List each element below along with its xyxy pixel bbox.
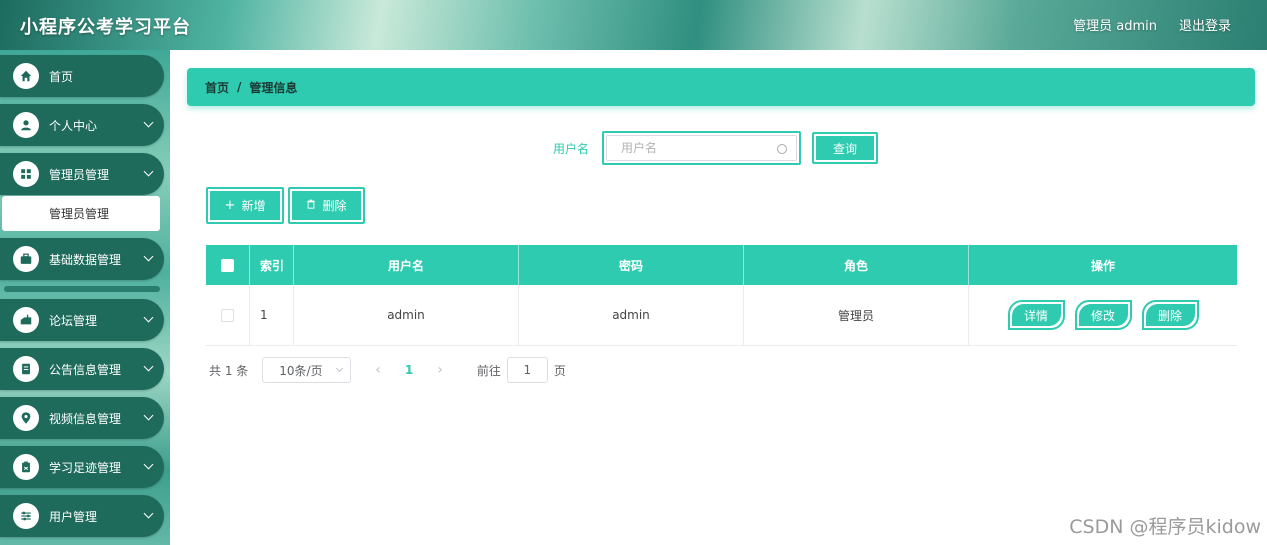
column-header-role: 角色 bbox=[744, 245, 969, 285]
select-all-checkbox[interactable] bbox=[221, 258, 234, 272]
sidebar: 首页 个人中心 管理员管理 管理员管理 基础数据管理 论坛管理 公告信息管理 视… bbox=[0, 50, 170, 545]
logout-link[interactable]: 退出登录 bbox=[1179, 15, 1231, 34]
submenu-collapsed-bar bbox=[4, 286, 160, 292]
cell-index: 1 bbox=[250, 285, 294, 345]
row-delete-button-label: 删除 bbox=[1145, 304, 1195, 326]
next-page-button[interactable]: › bbox=[437, 362, 443, 378]
chevron-down-icon bbox=[336, 364, 344, 373]
location-icon bbox=[13, 405, 39, 431]
top-header: 小程序公考学习平台 管理员 admin 退出登录 bbox=[0, 0, 1267, 50]
sidebar-item-admin-management[interactable]: 管理员管理 bbox=[0, 153, 164, 195]
breadcrumb: 首页 / 管理信息 bbox=[187, 68, 1255, 106]
pagination: 共 1 条 10条/页 ‹ 1 › 前往 页 bbox=[209, 357, 566, 383]
column-header-actions: 操作 bbox=[1090, 258, 1115, 273]
search-label: 用户名 bbox=[553, 142, 590, 156]
chevron-down-icon bbox=[143, 508, 154, 519]
prev-page-button[interactable]: ‹ bbox=[375, 362, 381, 378]
sidebar-item-basic-data[interactable]: 基础数据管理 bbox=[0, 238, 164, 280]
cell-actions: 详情 修改 删除 bbox=[969, 285, 1237, 345]
sidebar-item-label: 用户管理 bbox=[49, 509, 98, 524]
sidebar-item-label: 公告信息管理 bbox=[49, 362, 122, 377]
sidebar-item-label: 基础数据管理 bbox=[49, 252, 122, 267]
plus-icon: + bbox=[224, 198, 236, 213]
current-user-label[interactable]: 管理员 admin bbox=[1073, 15, 1157, 34]
detail-button-label: 详情 bbox=[1011, 304, 1061, 326]
document-icon bbox=[13, 356, 39, 382]
chevron-down-icon bbox=[143, 361, 154, 372]
sidebar-item-announcements[interactable]: 公告信息管理 bbox=[0, 348, 164, 390]
user-icon bbox=[13, 112, 39, 138]
sidebar-item-label: 首页 bbox=[49, 69, 74, 84]
chevron-down-icon bbox=[143, 166, 154, 177]
table-row: 1 admin admin 管理员 详情 修改 删除 bbox=[206, 285, 1237, 346]
edit-button[interactable]: 修改 bbox=[1074, 300, 1132, 330]
sidebar-item-label: 个人中心 bbox=[49, 118, 98, 133]
page-number-1[interactable]: 1 bbox=[405, 363, 413, 377]
grid-icon bbox=[13, 161, 39, 187]
sidebar-item-users[interactable]: 用户管理 bbox=[0, 495, 164, 537]
header-user-area: 管理员 admin 退出登录 bbox=[1073, 15, 1231, 34]
trash-icon bbox=[306, 198, 316, 213]
chevron-down-icon bbox=[143, 459, 154, 470]
query-button[interactable]: 查询 bbox=[812, 132, 878, 164]
breadcrumb-current: 管理信息 bbox=[249, 80, 298, 95]
goto-page-input[interactable] bbox=[506, 357, 548, 383]
delete-button[interactable]: 删除 bbox=[288, 187, 365, 224]
sidebar-item-label: 论坛管理 bbox=[49, 313, 98, 328]
sidebar-item-profile[interactable]: 个人中心 bbox=[0, 104, 164, 146]
cell-password: admin bbox=[519, 285, 744, 345]
column-header-password: 密码 bbox=[519, 245, 744, 285]
table-header: 索引 用户名 密码 角色 操作 bbox=[206, 245, 1237, 285]
sidebar-item-videos[interactable]: 视频信息管理 bbox=[0, 397, 164, 439]
sidebar-item-home[interactable]: 首页 bbox=[0, 55, 164, 97]
chevron-down-icon bbox=[143, 117, 154, 128]
sidebar-item-forum[interactable]: 论坛管理 bbox=[0, 299, 164, 341]
page-size-select[interactable]: 10条/页 bbox=[262, 357, 352, 383]
sidebar-item-label: 视频信息管理 bbox=[49, 411, 122, 426]
goto-label: 前往 bbox=[476, 363, 501, 378]
sidebar-item-label: 学习足迹管理 bbox=[49, 460, 122, 475]
chevron-down-icon bbox=[143, 410, 154, 421]
pagination-total: 共 1 条 bbox=[209, 363, 249, 378]
sidebar-item-label: 管理员管理 bbox=[49, 167, 110, 182]
edit-button-label: 修改 bbox=[1078, 304, 1128, 326]
mailbox-icon bbox=[13, 307, 39, 333]
goto-suffix: 页 bbox=[553, 363, 566, 378]
delete-button-label: 删除 bbox=[322, 199, 347, 213]
sidebar-item-study-history[interactable]: 学习足迹管理 bbox=[0, 446, 164, 488]
cell-role: 管理员 bbox=[744, 285, 969, 345]
column-header-username: 用户名 bbox=[294, 245, 519, 285]
search-field bbox=[602, 131, 801, 165]
row-checkbox[interactable] bbox=[221, 308, 234, 322]
chevron-down-icon bbox=[143, 312, 154, 323]
detail-button[interactable]: 详情 bbox=[1007, 300, 1065, 330]
cell-username: admin bbox=[294, 285, 519, 345]
search-input[interactable] bbox=[606, 135, 797, 161]
column-header-index: 索引 bbox=[250, 245, 294, 285]
briefcase-icon bbox=[13, 246, 39, 272]
admin-table: 索引 用户名 密码 角色 操作 1 admin admin 管理员 详情 修改 … bbox=[206, 245, 1237, 346]
submenu-item-admin-management[interactable]: 管理员管理 bbox=[2, 196, 160, 231]
clipboard-icon bbox=[13, 454, 39, 480]
sliders-icon bbox=[13, 503, 39, 529]
app-title: 小程序公考学习平台 bbox=[20, 17, 191, 38]
chevron-down-icon bbox=[143, 251, 154, 262]
breadcrumb-home[interactable]: 首页 bbox=[205, 79, 229, 96]
add-button-label: 新增 bbox=[241, 199, 266, 213]
query-button-label: 查询 bbox=[816, 136, 874, 160]
search-icon bbox=[777, 144, 787, 154]
page-size-value: 10条/页 bbox=[279, 363, 323, 378]
row-delete-button[interactable]: 删除 bbox=[1141, 300, 1199, 330]
breadcrumb-separator: / bbox=[237, 80, 242, 94]
home-icon bbox=[13, 63, 39, 89]
add-button[interactable]: + 新增 bbox=[206, 187, 284, 224]
watermark: CSDN @程序员kidow bbox=[1069, 516, 1261, 538]
